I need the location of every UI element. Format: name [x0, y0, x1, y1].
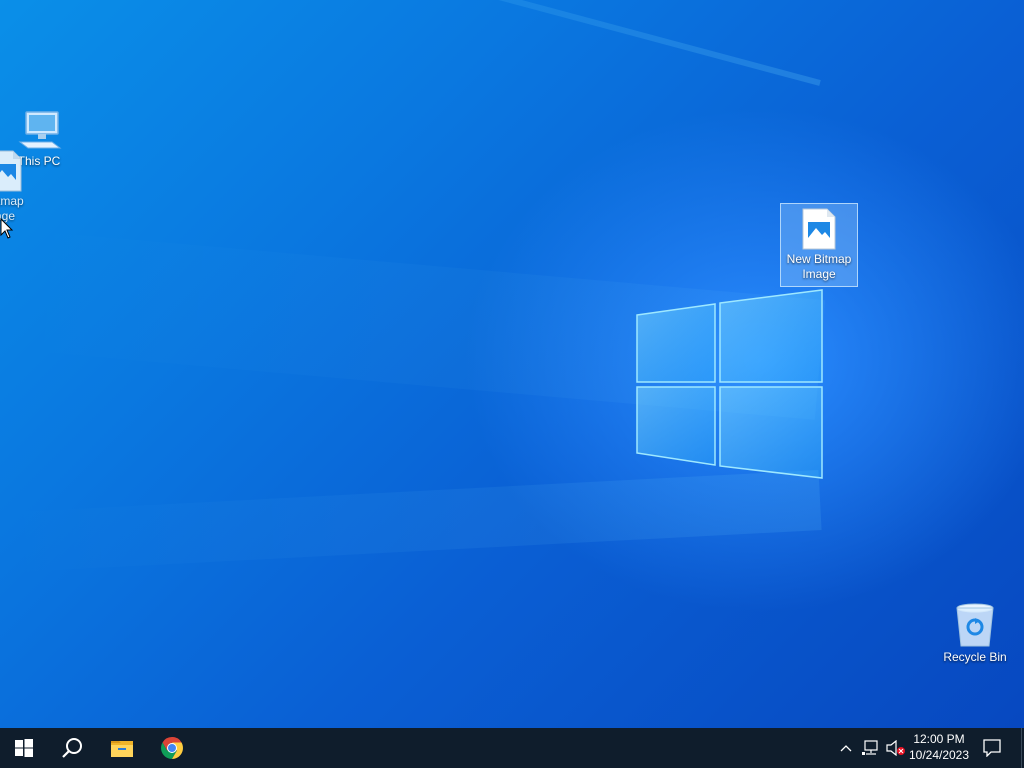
this-pc-icon	[18, 111, 62, 149]
desktop-icon-recycle-bin[interactable]: Recycle Bin	[936, 602, 1014, 665]
volume-muted-icon	[886, 740, 905, 756]
chrome-icon	[161, 737, 183, 759]
taskbar-clock[interactable]: 12:00 PM 10/24/2023	[904, 728, 974, 768]
notification-icon	[983, 739, 1001, 757]
show-desktop-divider	[1020, 728, 1022, 768]
windows-start-icon	[15, 739, 33, 757]
wallpaper-beam	[27, 0, 821, 86]
clock-date: 10/24/2023	[908, 748, 970, 762]
chevron-up-icon	[840, 745, 852, 752]
taskbar: 12:00 PM 10/24/2023	[0, 728, 1024, 768]
wallpaper-beam	[0, 470, 822, 573]
recycle-bin-icon	[956, 603, 994, 647]
action-center-button[interactable]	[978, 728, 1006, 768]
tray-overflow-button[interactable]	[836, 728, 856, 768]
taskbar-file-explorer[interactable]	[98, 728, 146, 768]
clock-time: 12:00 PM	[913, 732, 965, 746]
wallpaper-windows-logo	[636, 289, 823, 479]
start-button[interactable]	[0, 728, 48, 768]
taskbar-chrome[interactable]	[148, 728, 196, 768]
show-desktop-button[interactable]	[1018, 728, 1024, 768]
mouse-cursor-icon	[0, 218, 14, 239]
desktop-icon-label: Recycle Bin	[943, 650, 1007, 664]
network-icon	[862, 740, 878, 755]
tray-network-button[interactable]	[860, 728, 882, 768]
search-icon	[62, 738, 82, 758]
bitmap-image-icon	[0, 150, 22, 192]
desktop[interactable]: This PC Bitmap age New Bitmap Image	[0, 0, 1024, 728]
search-button[interactable]	[48, 728, 96, 768]
desktop-icon-new-bitmap-image[interactable]: New Bitmap Image	[780, 203, 858, 287]
folder-icon	[111, 741, 133, 757]
bitmap-image-icon	[802, 208, 836, 250]
desktop-icon-label: New Bitmap Image	[786, 252, 852, 281]
desktop-icon-bitmap-dragging[interactable]: Bitmap age	[0, 150, 44, 224]
